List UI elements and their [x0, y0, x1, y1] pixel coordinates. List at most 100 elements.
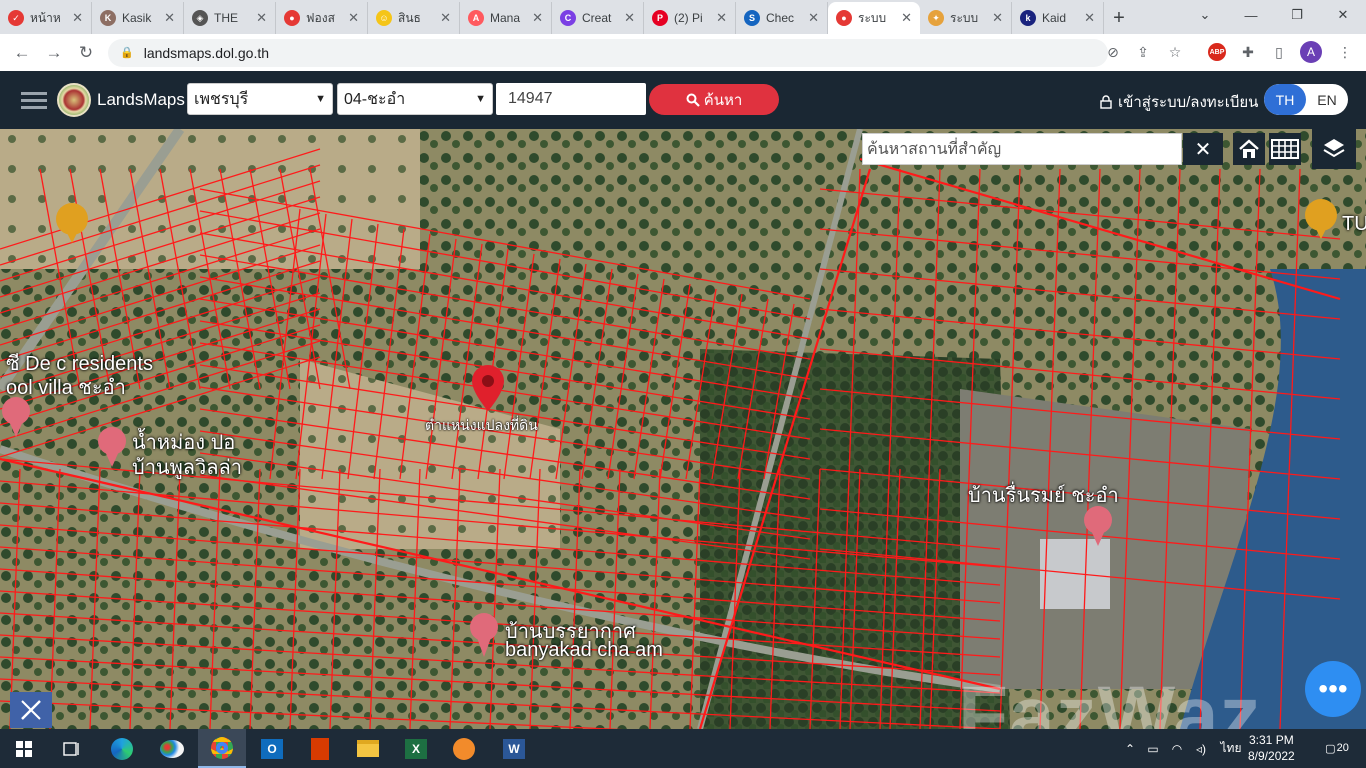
- wifi-icon[interactable]: ◠: [1166, 729, 1188, 768]
- start-button[interactable]: [0, 729, 48, 768]
- close-tab-icon[interactable]: ✕: [624, 10, 635, 26]
- system-clock[interactable]: 3:31 PM 8/9/2022: [1248, 732, 1295, 764]
- tab-favicon-icon: ●: [836, 10, 852, 26]
- lang-th-button[interactable]: TH: [1264, 84, 1306, 115]
- tab-favicon-icon: C: [560, 10, 576, 26]
- close-tab-icon[interactable]: ✕: [532, 10, 543, 26]
- back-button[interactable]: ←: [6, 37, 38, 69]
- tab-search-icon[interactable]: ⌄: [1182, 0, 1228, 30]
- district-select[interactable]: 04-ชะอำ ▼: [337, 83, 493, 115]
- browser-tab[interactable]: ✓ หน้าห ✕: [0, 2, 92, 34]
- tab-favicon-icon: ☺: [376, 10, 392, 26]
- new-tab-button[interactable]: +: [1104, 2, 1134, 34]
- extensions-icon[interactable]: ✚: [1233, 36, 1263, 68]
- adblock-icon[interactable]: ABP: [1202, 36, 1232, 68]
- browser-tab[interactable]: ● ฟองส ✕: [276, 2, 368, 34]
- close-tab-icon[interactable]: ✕: [164, 10, 175, 26]
- browser-tab[interactable]: S Chec ✕: [736, 2, 828, 34]
- place-label: TU: [1342, 213, 1366, 235]
- tab-title: ระบบ: [950, 10, 979, 25]
- address-bar[interactable]: 🔒 landsmaps.dol.go.th: [108, 38, 1108, 67]
- measure-tool-button[interactable]: [10, 692, 52, 728]
- file-explorer-taskbar-icon[interactable]: [344, 729, 392, 768]
- browser-tab[interactable]: K Kasik ✕: [92, 2, 184, 34]
- bookmark-star-icon[interactable]: ☆: [1160, 36, 1190, 68]
- notifications-button[interactable]: ▢ 20: [1323, 735, 1351, 761]
- browser-tab-strip: ✓ หน้าห ✕ K Kasik ✕ ◈ THE ✕ ● ฟองส ✕ ☺ สินธ ✕ A Mana ✕ C Cr…: [0, 0, 1366, 34]
- home-icon: [1239, 139, 1259, 158]
- tab-title: Creat: [582, 11, 612, 25]
- office-taskbar-icon[interactable]: [296, 729, 344, 768]
- notification-icon: ▢: [1325, 742, 1336, 755]
- layers-button[interactable]: [1312, 129, 1356, 169]
- tab-title: ฟองส: [306, 10, 335, 25]
- maximize-button[interactable]: ❐: [1274, 0, 1320, 30]
- chat-button[interactable]: •••: [1305, 661, 1361, 717]
- province-select[interactable]: เพชรบุรี ▼: [187, 83, 333, 115]
- place-label: บ้านพูลวิลล่า: [132, 457, 243, 479]
- location-blocked-icon[interactable]: ⊘: [1098, 36, 1128, 68]
- browser-menu-icon[interactable]: ⋮: [1330, 36, 1360, 68]
- side-panel-icon[interactable]: ▯: [1264, 36, 1294, 68]
- browser-tab[interactable]: P (2) Pi ✕: [644, 2, 736, 34]
- browser-tab[interactable]: k Kaid ✕: [1012, 2, 1104, 34]
- battery-icon[interactable]: ▭: [1142, 729, 1164, 768]
- close-tab-icon[interactable]: ✕: [348, 10, 359, 26]
- place-label: บ้านรื่นรมย์ ชะอำ: [968, 485, 1119, 507]
- lang-en-button[interactable]: EN: [1306, 84, 1348, 115]
- lock-icon: 🔒: [120, 47, 134, 59]
- close-tab-icon[interactable]: ✕: [901, 10, 912, 26]
- tab-title: Kasik: [122, 11, 152, 25]
- search-button[interactable]: ค้นหา: [649, 84, 779, 115]
- browser-tab[interactable]: ☺ สินธ ✕: [368, 2, 460, 34]
- excel-taskbar-icon[interactable]: X: [392, 729, 440, 768]
- browser-tab[interactable]: A Mana ✕: [460, 2, 552, 34]
- tab-title: Mana: [490, 11, 521, 25]
- close-tab-icon[interactable]: ✕: [72, 10, 83, 26]
- browser-tab[interactable]: ✦ ระบบ ✕: [920, 2, 1012, 34]
- close-tab-icon[interactable]: ✕: [716, 10, 727, 26]
- close-tab-icon[interactable]: ✕: [1084, 10, 1095, 26]
- tab-title: สินธ: [398, 10, 421, 25]
- grid-button[interactable]: [1269, 133, 1301, 165]
- login-register-link[interactable]: เข้าสู่ระบบ/ลงทะเบียน: [1100, 90, 1258, 114]
- browser-tab[interactable]: ● ระบบ ✕: [828, 2, 920, 34]
- windows-logo-icon: [16, 740, 32, 757]
- share-icon[interactable]: ⇪: [1128, 36, 1158, 68]
- close-tab-icon[interactable]: ✕: [808, 10, 819, 26]
- fazwaz-watermark: FazWaz: [958, 670, 1262, 729]
- brand-name: LandsMaps: [97, 90, 185, 109]
- satellite-map[interactable]: ซี De c residents ool villa ชะอำ น้ำหม่อ…: [0, 129, 1366, 729]
- edge-taskbar-icon[interactable]: [98, 729, 146, 768]
- task-view-button[interactable]: [48, 729, 96, 768]
- search-icon: [686, 93, 700, 107]
- close-tab-icon[interactable]: ✕: [440, 10, 451, 26]
- chrome-taskbar-icon[interactable]: [198, 729, 246, 768]
- paint-taskbar-icon[interactable]: [148, 729, 196, 768]
- hamburger-menu-icon[interactable]: [21, 88, 47, 113]
- tab-title: ระบบ: [858, 10, 887, 25]
- tab-favicon-icon: ✓: [8, 10, 24, 26]
- close-window-button[interactable]: ✕: [1320, 0, 1366, 30]
- home-button[interactable]: [1233, 133, 1265, 165]
- reload-button[interactable]: ↻: [70, 37, 102, 69]
- sublime-taskbar-icon[interactable]: [440, 729, 488, 768]
- landmark-search-input[interactable]: ค้นหาสถานที่สำคัญ: [862, 133, 1182, 165]
- input-language[interactable]: ไทย: [1216, 729, 1246, 768]
- close-tab-icon[interactable]: ✕: [256, 10, 267, 26]
- show-hidden-icons[interactable]: ⌃: [1120, 729, 1140, 768]
- place-label: banyakad cha am: [505, 639, 663, 661]
- browser-tab[interactable]: ◈ THE ✕: [184, 2, 276, 34]
- browser-tab[interactable]: C Creat ✕: [552, 2, 644, 34]
- parcel-number-input[interactable]: 14947: [496, 83, 646, 115]
- forward-button[interactable]: →: [38, 37, 70, 69]
- close-tab-icon[interactable]: ✕: [992, 10, 1003, 26]
- word-taskbar-icon[interactable]: W: [490, 729, 538, 768]
- chevron-down-icon: ▼: [475, 93, 486, 105]
- profile-avatar[interactable]: A: [1296, 36, 1326, 68]
- clear-search-button[interactable]: ✕: [1183, 133, 1223, 165]
- minimize-button[interactable]: —: [1228, 0, 1274, 30]
- volume-icon[interactable]: ◃): [1190, 729, 1212, 768]
- outlook-taskbar-icon[interactable]: O: [248, 729, 296, 768]
- layers-icon: [1323, 139, 1345, 158]
